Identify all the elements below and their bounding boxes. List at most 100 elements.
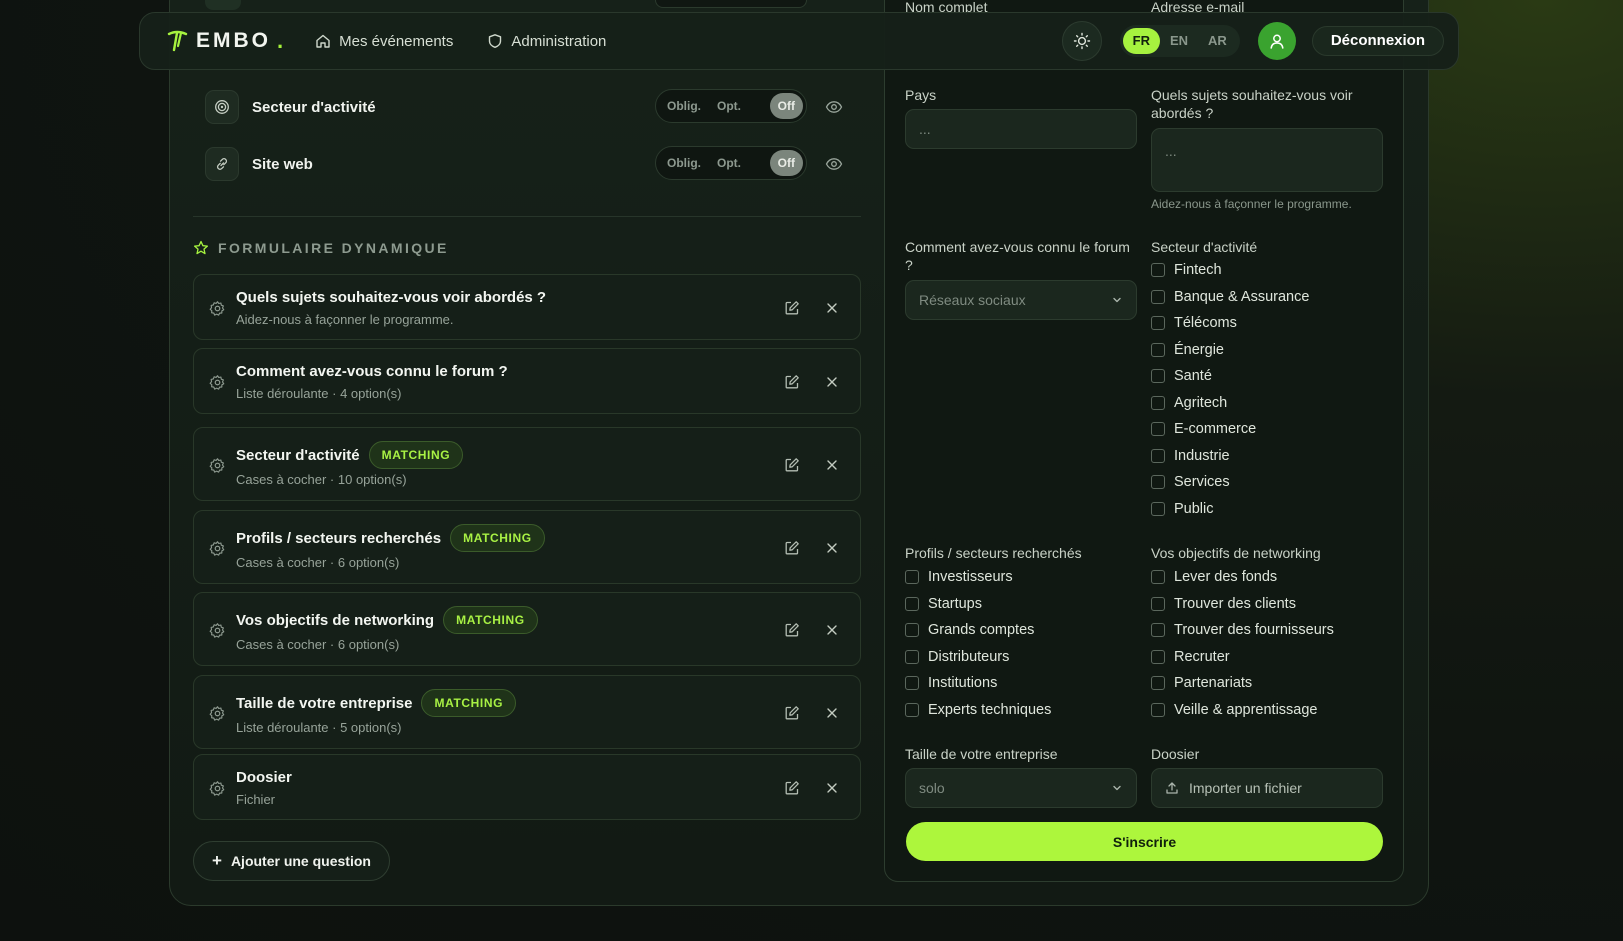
checkbox[interactable] bbox=[905, 649, 919, 664]
checkbox[interactable] bbox=[1151, 448, 1165, 463]
objectifs-option[interactable]: Recruter bbox=[1151, 644, 1334, 671]
question-card[interactable]: Doosier Fichier bbox=[193, 754, 861, 820]
profils-option[interactable]: Experts techniques bbox=[905, 697, 1051, 724]
close-icon[interactable] bbox=[825, 375, 839, 389]
toggle-obligatoire[interactable]: Oblig. bbox=[659, 150, 709, 176]
secteur-option[interactable]: Banque & Assurance bbox=[1151, 284, 1309, 311]
secteur-option[interactable]: Énergie bbox=[1151, 337, 1309, 364]
checkbox[interactable] bbox=[1151, 289, 1165, 304]
edit-icon[interactable] bbox=[784, 300, 800, 316]
checkbox[interactable] bbox=[1151, 395, 1165, 410]
secteur-option[interactable]: Agritech bbox=[1151, 390, 1309, 417]
taille-select[interactable]: solo bbox=[905, 768, 1137, 808]
profils-option[interactable]: Institutions bbox=[905, 670, 1051, 697]
add-question-button[interactable]: + Ajouter une question bbox=[193, 841, 390, 881]
question-card[interactable]: Profils / secteurs recherchés MATCHING Cas… bbox=[193, 510, 861, 584]
logout-button[interactable]: Déconnexion bbox=[1311, 26, 1444, 56]
pays-input[interactable]: ... bbox=[905, 109, 1137, 149]
question-card[interactable]: Vos objectifs de networking MATCHING Cases… bbox=[193, 592, 861, 666]
eye-icon[interactable] bbox=[825, 98, 843, 116]
close-icon[interactable] bbox=[825, 706, 839, 720]
checkbox[interactable] bbox=[905, 596, 919, 611]
user-icon bbox=[1270, 34, 1284, 49]
secteur-option[interactable]: Public bbox=[1151, 496, 1309, 523]
checkbox[interactable] bbox=[1151, 475, 1165, 490]
profils-option[interactable]: Grands comptes bbox=[905, 617, 1051, 644]
question-subtitle: Fichier bbox=[236, 792, 276, 807]
profils-option[interactable]: Startups bbox=[905, 591, 1051, 618]
profils-option[interactable]: Investisseurs bbox=[905, 564, 1051, 591]
checkbox[interactable] bbox=[905, 702, 919, 717]
checkbox[interactable] bbox=[1151, 676, 1165, 691]
submit-button[interactable]: S'inscrire bbox=[906, 822, 1383, 861]
checkbox[interactable] bbox=[1151, 623, 1165, 638]
theme-toggle-button[interactable] bbox=[1061, 21, 1102, 61]
question-card[interactable]: Taille de votre entreprise MATCHING Liste … bbox=[193, 675, 861, 749]
logo[interactable]: EMBO . bbox=[164, 28, 283, 54]
edit-icon[interactable] bbox=[784, 622, 800, 638]
objectifs-option[interactable]: Veille & apprentissage bbox=[1151, 697, 1334, 724]
file-upload-button[interactable]: Importer un fichier bbox=[1151, 768, 1383, 808]
checkbox[interactable] bbox=[1151, 422, 1165, 437]
question-card[interactable]: Quels sujets souhaitez-vous voir abordés… bbox=[193, 274, 861, 340]
checkbox-label: Énergie bbox=[1174, 341, 1224, 358]
lang-en[interactable]: EN bbox=[1160, 28, 1198, 54]
checkbox[interactable] bbox=[905, 623, 919, 638]
gear-icon bbox=[209, 301, 225, 316]
objectifs-option[interactable]: Partenariats bbox=[1151, 670, 1334, 697]
matching-badge: MATCHING bbox=[443, 606, 538, 634]
objectifs-option[interactable]: Lever des fonds bbox=[1151, 564, 1334, 591]
edit-icon[interactable] bbox=[784, 540, 800, 556]
secteur-option[interactable]: Fintech bbox=[1151, 257, 1309, 284]
checkbox[interactable] bbox=[1151, 596, 1165, 611]
close-icon[interactable] bbox=[825, 541, 839, 555]
objectifs-option[interactable]: Trouver des fournisseurs bbox=[1151, 617, 1334, 644]
lang-ar[interactable]: AR bbox=[1198, 28, 1237, 54]
close-icon[interactable] bbox=[825, 623, 839, 637]
section-divider bbox=[193, 216, 861, 217]
sujets-textarea[interactable]: ... bbox=[1151, 128, 1383, 192]
secteur-option[interactable]: Santé bbox=[1151, 363, 1309, 390]
objectifs-option[interactable]: Trouver des clients bbox=[1151, 591, 1334, 618]
question-card[interactable]: Secteur d'activité MATCHING Cases à cocher… bbox=[193, 427, 861, 501]
close-icon[interactable] bbox=[825, 458, 839, 472]
edit-icon[interactable] bbox=[784, 457, 800, 473]
checkbox[interactable] bbox=[1151, 316, 1165, 331]
forum-select[interactable]: Réseaux sociaux bbox=[905, 280, 1137, 320]
secteur-option[interactable]: E-commerce bbox=[1151, 416, 1309, 443]
checkbox[interactable] bbox=[1151, 702, 1165, 717]
nav-administration[interactable]: Administration bbox=[487, 33, 606, 50]
checkbox-label: Télécoms bbox=[1174, 315, 1237, 332]
secteur-option[interactable]: Services bbox=[1151, 469, 1309, 496]
edit-icon[interactable] bbox=[784, 705, 800, 721]
checkbox[interactable] bbox=[1151, 649, 1165, 664]
checkbox[interactable] bbox=[1151, 263, 1165, 278]
checkbox[interactable] bbox=[1151, 570, 1165, 585]
edit-icon[interactable] bbox=[784, 780, 800, 796]
question-card[interactable]: Comment avez-vous connu le forum ? Liste … bbox=[193, 348, 861, 414]
profils-option[interactable]: Distributeurs bbox=[905, 644, 1051, 671]
checkbox[interactable] bbox=[905, 570, 919, 585]
checkbox[interactable] bbox=[905, 676, 919, 691]
user-avatar-button[interactable] bbox=[1257, 22, 1296, 60]
checkbox-label: Startups bbox=[928, 595, 982, 612]
checkbox[interactable] bbox=[1151, 501, 1165, 516]
eye-icon[interactable] bbox=[825, 155, 843, 173]
field-toggle[interactable] bbox=[655, 0, 807, 8]
checkbox[interactable] bbox=[1151, 342, 1165, 357]
checkbox[interactable] bbox=[1151, 369, 1165, 384]
toggle-off[interactable]: Off bbox=[769, 93, 803, 119]
lang-fr[interactable]: FR bbox=[1122, 28, 1160, 54]
close-icon[interactable] bbox=[825, 301, 839, 315]
secteur-option[interactable]: Télécoms bbox=[1151, 310, 1309, 337]
toggle-off[interactable]: Off bbox=[769, 150, 803, 176]
close-icon[interactable] bbox=[825, 781, 839, 795]
secteur-option[interactable]: Industrie bbox=[1151, 443, 1309, 470]
sun-icon bbox=[1073, 32, 1090, 50]
toggle-optionnel[interactable]: Opt. bbox=[709, 93, 749, 119]
edit-icon[interactable] bbox=[784, 374, 800, 390]
toggle-optionnel[interactable]: Opt. bbox=[709, 150, 749, 176]
checkbox-label: Investisseurs bbox=[928, 569, 1013, 586]
nav-mes-evenements[interactable]: Mes événements bbox=[315, 33, 453, 50]
toggle-obligatoire[interactable]: Oblig. bbox=[659, 93, 709, 119]
